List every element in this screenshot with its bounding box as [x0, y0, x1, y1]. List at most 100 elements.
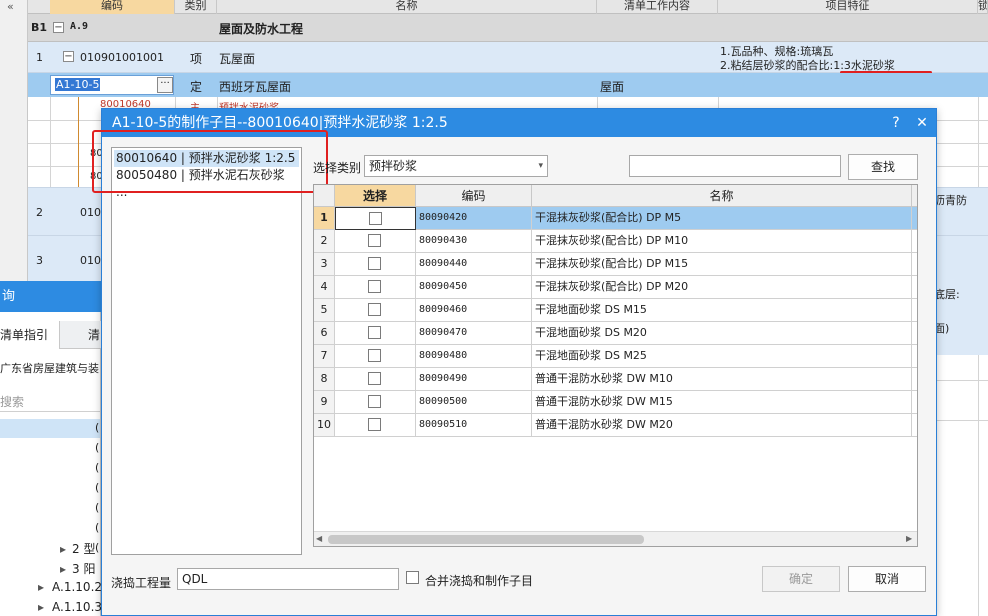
col-header-code[interactable]: 编码 — [416, 185, 532, 207]
category-select[interactable]: 预拌砂浆 ▾ — [364, 155, 548, 177]
expand-arrow-icon[interactable]: ▸ — [38, 580, 44, 594]
table-row[interactable]: 4 80090450 干混抹灰砂浆(配合比) DP M20 — [314, 276, 917, 299]
library-select[interactable]: 广东省房屋建筑与装 — [0, 359, 100, 379]
row-name: 干混抹灰砂浆(配合比) DP M10 — [532, 230, 912, 253]
collapse-toggle-icon[interactable]: − — [63, 51, 74, 62]
row-checkbox[interactable] — [368, 234, 381, 247]
table-row[interactable]: 80010640 主 预拌水泥砂浆 — [28, 97, 988, 108]
expand-arrow-icon[interactable]: ▸ — [60, 542, 66, 556]
table-row[interactable]: 3 80090440 干混抹灰砂浆(配合比) DP M15 — [314, 253, 917, 276]
table-row[interactable]: 8 80090490 普通干混防水砂浆 DW M10 — [314, 368, 917, 391]
row-code: 80090470 — [416, 322, 532, 345]
tab-guide[interactable]: 清单指引 — [0, 321, 60, 349]
col-header-name[interactable]: 名称 — [532, 185, 912, 207]
row-spare — [912, 391, 917, 414]
search-input[interactable]: 搜索 — [0, 392, 100, 412]
tree-item[interactable]: ( — [95, 461, 99, 474]
row-code: 80090510 — [416, 414, 532, 437]
row-code: 80090450 — [416, 276, 532, 299]
row-checkbox[interactable] — [368, 395, 381, 408]
table-row[interactable]: 1 − 010901001001 项 瓦屋面 1.瓦品种、规格:琉璃瓦 2.粘结… — [28, 42, 988, 73]
row-number: 1 — [314, 207, 335, 230]
pour-quantity-value: QDL — [182, 572, 208, 586]
tree-node[interactable]: ▸ 3 阳 — [60, 560, 95, 576]
table-row[interactable]: 7 80090480 干混地面砂浆 DS M25 — [314, 345, 917, 368]
row-code: 010901001001 — [80, 51, 164, 64]
scroll-right-arrow-icon[interactable]: ▶ — [906, 534, 912, 543]
row-select-cell — [335, 414, 416, 437]
col-header-code[interactable]: 编码 — [50, 0, 175, 14]
row-checkbox[interactable] — [368, 418, 381, 431]
ok-button[interactable]: 确定 — [762, 566, 840, 592]
search-button[interactable]: 查找 — [848, 154, 918, 180]
row-name: 瓦屋面 — [219, 52, 256, 66]
section-row-code: A.9 — [70, 21, 89, 32]
section-row[interactable]: B1 − A.9 屋面及防水工程 — [28, 14, 988, 42]
row-name: 干混地面砂浆 DS M20 — [532, 322, 912, 345]
table-row[interactable]: 9 80090500 普通干混防水砂浆 DW M15 — [314, 391, 917, 414]
col-header-type[interactable]: 类别 — [175, 0, 217, 14]
table-row[interactable]: 1 80090420 干混抹灰砂浆(配合比) DP M5 — [314, 207, 917, 230]
row-select-cell — [335, 230, 416, 253]
table-row[interactable]: 5 80090460 干混地面砂浆 DS M15 — [314, 299, 917, 322]
merge-checkbox[interactable] — [406, 571, 419, 584]
col-header-extra[interactable]: 锁 — [978, 0, 988, 14]
row-checkbox[interactable] — [369, 212, 382, 225]
tree-item[interactable]: ( — [95, 541, 99, 554]
code-edit-input[interactable]: A1-10-5 ··· — [50, 75, 174, 95]
horizontal-scrollbar[interactable]: ◀ ▶ — [314, 531, 917, 546]
expand-arrow-icon[interactable]: ▸ — [60, 562, 66, 576]
category-value: 预拌砂浆 — [369, 159, 418, 173]
tree-node[interactable]: ▸ 2 型 — [60, 540, 95, 556]
row-checkbox[interactable] — [368, 303, 381, 316]
row-name: 普通干混防水砂浆 DW M10 — [532, 368, 912, 391]
row-checkbox[interactable] — [368, 372, 381, 385]
section-row-label: B1 — [31, 21, 48, 34]
ellipsis-button[interactable]: ··· — [157, 77, 173, 93]
table-row[interactable]: 6 80090470 干混地面砂浆 DS M20 — [314, 322, 917, 345]
help-icon[interactable]: ? — [886, 113, 906, 133]
search-input[interactable] — [629, 155, 841, 177]
tree-item[interactable]: ( — [95, 521, 99, 534]
scrollbar-thumb[interactable] — [328, 535, 644, 544]
dropdown-arrow-icon: ▾ — [538, 161, 543, 171]
cancel-button[interactable]: 取消 — [848, 566, 926, 592]
row-number: 4 — [314, 276, 335, 299]
col-header-select[interactable]: 选择 — [335, 185, 416, 207]
table-row[interactable]: 10 80090510 普通干混防水砂浆 DW M20 — [314, 414, 917, 437]
row-number: 9 — [314, 391, 335, 414]
tree-node[interactable]: ▸ A.1.10.3 — [38, 600, 102, 616]
query-panel-tabs: 清单指引 清 — [0, 321, 101, 349]
expand-arrow-icon[interactable]: ▸ — [38, 600, 44, 614]
tree-item[interactable]: ( — [95, 501, 99, 514]
tree-node[interactable]: ▸ A.1.10.2 — [38, 580, 102, 596]
tab-other[interactable]: 清 — [88, 321, 101, 349]
tree-item[interactable]: ( — [95, 481, 99, 494]
col-header-content[interactable]: 清单工作内容 — [597, 0, 718, 14]
row-checkbox[interactable] — [368, 257, 381, 270]
col-header-name[interactable]: 名称 — [217, 0, 597, 14]
pour-quantity-input[interactable]: QDL — [177, 568, 399, 590]
tree-connector — [78, 97, 79, 187]
row-number: 3 — [314, 253, 335, 276]
double-chevron-left-icon[interactable]: « — [7, 1, 21, 13]
row-checkbox[interactable] — [368, 280, 381, 293]
table-row[interactable]: 2 80090430 干混抹灰砂浆(配合比) DP M10 — [314, 230, 917, 253]
row-spare — [912, 230, 917, 253]
row-select-cell — [335, 368, 416, 391]
tree-item-selected[interactable]: ( — [0, 419, 100, 438]
material-table: 选择 编码 名称 1 80090420 干混抹灰砂浆(配合比) DP M5 2 8009… — [313, 184, 918, 547]
row-code: 80010640 — [100, 99, 151, 108]
col-header-feature[interactable]: 项目特征 — [718, 0, 978, 14]
tree-item[interactable]: ( — [95, 441, 99, 454]
row-select-cell — [335, 345, 416, 368]
scroll-left-arrow-icon[interactable]: ◀ — [316, 534, 322, 543]
row-name: 干混抹灰砂浆(配合比) DP M20 — [532, 276, 912, 299]
row-spare — [912, 368, 917, 391]
row-type: 主 — [190, 99, 200, 108]
table-row-selected[interactable]: A1-10-5 ··· 定 西班牙瓦屋面 屋面 — [28, 73, 988, 97]
collapse-toggle-icon[interactable]: − — [53, 22, 64, 33]
row-checkbox[interactable] — [368, 326, 381, 339]
close-icon[interactable]: ✕ — [912, 113, 932, 133]
row-checkbox[interactable] — [368, 349, 381, 362]
